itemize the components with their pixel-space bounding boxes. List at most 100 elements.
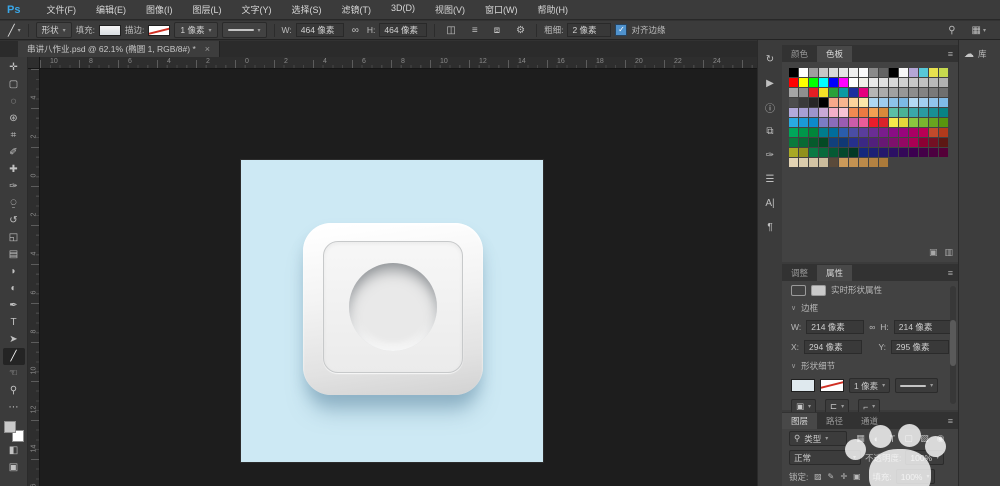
transform-section-row[interactable]: ∨ 边框 (782, 299, 958, 317)
prop-height-field[interactable]: 214 像素 (894, 320, 952, 334)
swatch-8-4[interactable] (829, 148, 838, 157)
move-tool[interactable]: ✛ (3, 59, 25, 76)
swatch-7-11[interactable] (899, 138, 908, 147)
swatch-6-7[interactable] (859, 128, 868, 137)
swatch-4-15[interactable] (939, 108, 948, 117)
close-icon[interactable]: × (205, 44, 210, 54)
layer-comps-panel-icon[interactable]: ⧉ (761, 124, 779, 139)
stroke-style-select[interactable]: ▾ (222, 22, 267, 38)
vertical-ruler[interactable]: 420246810121416 (28, 69, 40, 486)
swatch-1-15[interactable] (939, 78, 948, 87)
swatch-6-0[interactable] (789, 128, 798, 137)
character-panel-icon[interactable]: A| (761, 196, 779, 211)
info-panel-icon[interactable]: ⓘ (761, 100, 779, 115)
swatch-0-3[interactable] (819, 68, 828, 77)
swatch-6-14[interactable] (929, 128, 938, 137)
actions-panel-icon[interactable]: ▶ (761, 76, 779, 91)
swatch-9-0[interactable] (789, 158, 798, 167)
layer-filter-select[interactable]: ⚲ 类型 ▾ (789, 431, 847, 446)
tool-mode-select[interactable]: 形状 ▾ (36, 22, 72, 38)
menu-window[interactable]: 窗口(W) (475, 3, 528, 16)
align-edges-checkbox[interactable]: ✓ (615, 24, 627, 36)
swatch-5-1[interactable] (799, 118, 808, 127)
lock-transparency-icon[interactable]: ▨ (812, 471, 823, 482)
libraries-header[interactable]: ☁ 库 (959, 40, 1000, 68)
menu-type[interactable]: 文字(Y) (231, 3, 281, 16)
fill-swatch[interactable] (99, 25, 121, 36)
swatch-0-12[interactable] (909, 68, 918, 77)
swatch-1-10[interactable] (889, 78, 898, 87)
panel-menu-icon[interactable]: ≡ (948, 268, 953, 278)
swatch-3-6[interactable] (849, 98, 858, 107)
swatch-5-13[interactable] (919, 118, 928, 127)
swatch-6-11[interactable] (899, 128, 908, 137)
prop-width-field[interactable]: 214 像素 (806, 320, 864, 334)
swatch-4-14[interactable] (929, 108, 938, 117)
swatch-3-1[interactable] (799, 98, 808, 107)
swatch-6-13[interactable] (919, 128, 928, 137)
swatch-9-6[interactable] (849, 158, 858, 167)
menu-3d[interactable]: 3D(D) (381, 3, 425, 16)
swatch-7-0[interactable] (789, 138, 798, 147)
history-panel-icon[interactable]: ↻ (761, 52, 779, 67)
swatch-7-4[interactable] (829, 138, 838, 147)
filter-shape-layers-icon[interactable]: ▢ (902, 433, 915, 445)
swatch-6-3[interactable] (819, 128, 828, 137)
swatch-2-7[interactable] (859, 88, 868, 97)
width-field[interactable]: 464 像素 (296, 23, 344, 37)
clone-stamp-tool[interactable]: ⍜ (3, 195, 25, 212)
swatch-5-2[interactable] (809, 118, 818, 127)
tab-图层[interactable]: 图层 (782, 413, 817, 429)
swatch-2-1[interactable] (799, 88, 808, 97)
swatch-1-13[interactable] (919, 78, 928, 87)
swatch-0-9[interactable] (879, 68, 888, 77)
swatch-5-7[interactable] (859, 118, 868, 127)
stroke-swatch[interactable] (148, 25, 170, 36)
swatch-0-15[interactable] (939, 68, 948, 77)
scrollbar-thumb[interactable] (950, 320, 956, 366)
swatch-0-11[interactable] (899, 68, 908, 77)
type-tool[interactable]: T (3, 314, 25, 331)
swatch-7-14[interactable] (929, 138, 938, 147)
hand-tool[interactable]: ☜ (3, 365, 25, 382)
prop-stroke-width-select[interactable]: 1 像素 ▾ (849, 378, 890, 393)
stroke-width-select[interactable]: 1 像素 ▾ (174, 22, 217, 38)
swatch-8-6[interactable] (849, 148, 858, 157)
swatch-2-3[interactable] (819, 88, 828, 97)
document-viewport[interactable] (40, 69, 757, 486)
swatch-2-8[interactable] (869, 88, 878, 97)
swatch-1-11[interactable] (899, 78, 908, 87)
swatch-1-3[interactable] (819, 78, 828, 87)
swatch-3-10[interactable] (889, 98, 898, 107)
swatch-8-7[interactable] (859, 148, 868, 157)
tab-属性[interactable]: 属性 (817, 265, 852, 281)
swatch-4-3[interactable] (819, 108, 828, 117)
swatch-1-9[interactable] (879, 78, 888, 87)
mask-outline-icon[interactable] (791, 285, 806, 296)
swatch-9-9[interactable] (879, 158, 888, 167)
filter-adjustment-layers-icon[interactable]: ◐ (870, 433, 883, 445)
swatch-5-3[interactable] (819, 118, 828, 127)
dodge-tool[interactable]: ◐ (3, 280, 25, 297)
paragraph-panel-icon[interactable]: ¶ (761, 220, 779, 235)
swatch-2-5[interactable] (839, 88, 848, 97)
swatch-1-0[interactable] (789, 78, 798, 87)
swatch-5-10[interactable] (889, 118, 898, 127)
swatch-2-14[interactable] (929, 88, 938, 97)
blend-mode-select[interactable]: 正常 ▾ (789, 450, 861, 465)
swatch-3-5[interactable] (839, 98, 848, 107)
swatch-0-13[interactable] (919, 68, 928, 77)
swatch-0-10[interactable] (889, 68, 898, 77)
swatch-5-6[interactable] (849, 118, 858, 127)
swatch-0-2[interactable] (809, 68, 818, 77)
swatch-2-0[interactable] (789, 88, 798, 97)
path-arrange-icon[interactable]: ⧈ (490, 25, 504, 36)
swatch-5-11[interactable] (899, 118, 908, 127)
swatch-4-0[interactable] (789, 108, 798, 117)
foreground-background-colors[interactable] (4, 421, 24, 442)
menu-help[interactable]: 帮助(H) (527, 3, 578, 16)
swatch-0-1[interactable] (799, 68, 808, 77)
prop-stroke-style-select[interactable]: ▾ (895, 378, 938, 393)
swatch-5-0[interactable] (789, 118, 798, 127)
swatch-3-2[interactable] (809, 98, 818, 107)
